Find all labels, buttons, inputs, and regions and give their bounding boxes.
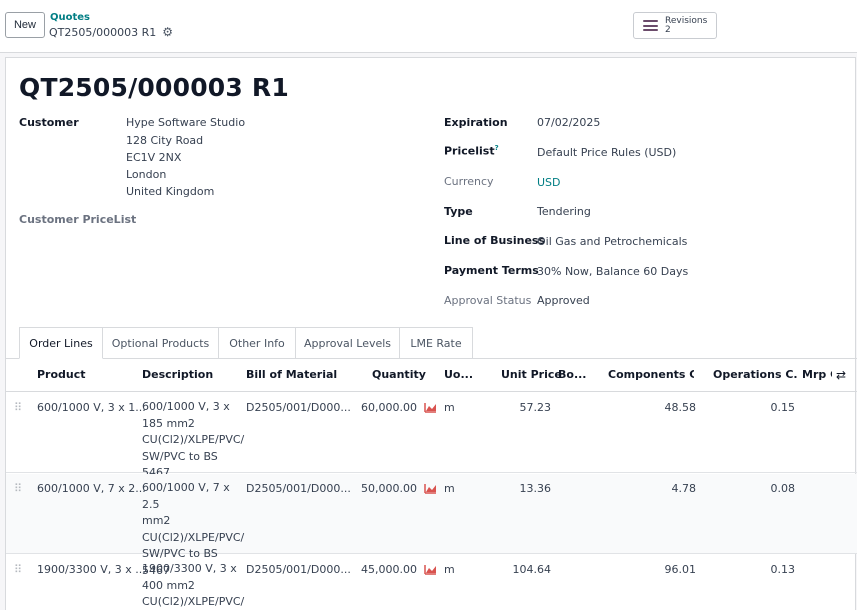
- quantity-cell[interactable]: 45,000.00: [361, 563, 417, 576]
- description-cell[interactable]: 1900/3300 V, 3 x 400 mm2 CU(Cl2)/XLPE/PV…: [142, 561, 244, 610]
- column-uom[interactable]: Uo...: [444, 368, 473, 381]
- record-title: QT2505/000003 R1: [19, 73, 289, 102]
- forecast-chart-icon[interactable]: [424, 564, 437, 575]
- address-line: United Kingdom: [126, 185, 215, 198]
- table-row[interactable]: 600/1000 V, 7 x 2... 600/1000 V, 7 x 2.5…: [6, 474, 857, 577]
- tab-approval-levels[interactable]: Approval Levels: [296, 327, 400, 359]
- bom-cell[interactable]: D2505/001/D000...: [246, 482, 351, 495]
- breadcrumb-parent-link[interactable]: Quotes: [50, 12, 90, 23]
- column-operations-cost[interactable]: Operations C...: [713, 368, 797, 381]
- list-icon: [643, 20, 658, 31]
- help-tooltip-icon[interactable]: ?: [495, 144, 499, 152]
- drag-handle-icon[interactable]: [14, 401, 23, 414]
- product-cell[interactable]: 600/1000 V, 7 x 2...: [37, 482, 146, 495]
- quantity-cell[interactable]: 60,000.00: [361, 401, 417, 414]
- customer-address: 128 City Road EC1V 2NX London United Kin…: [126, 115, 214, 200]
- column-unit-price[interactable]: Unit Price: [501, 368, 562, 381]
- expiration-label: Expiration: [444, 116, 508, 129]
- unit-price-cell[interactable]: 104.64: [496, 563, 552, 576]
- type-label: Type: [444, 205, 473, 218]
- customer-label: Customer: [19, 116, 79, 129]
- description-cell[interactable]: 600/1000 V, 3 x 185 mm2 CU(Cl2)/XLPE/PVC…: [142, 399, 244, 482]
- revisions-label: Revisions: [665, 15, 708, 26]
- tab-optional-products[interactable]: Optional Products: [103, 327, 219, 359]
- approval-status-label: Approval Status: [444, 294, 532, 307]
- address-line: 128 City Road: [126, 134, 204, 147]
- type-field[interactable]: Tendering: [537, 205, 591, 218]
- components-cost-cell[interactable]: 4.78: [626, 482, 697, 495]
- forecast-chart-icon[interactable]: [424, 483, 437, 494]
- table-row[interactable]: 600/1000 V, 3 x 1... 600/1000 V, 3 x 185…: [6, 393, 857, 479]
- drag-handle-icon[interactable]: [14, 482, 23, 495]
- operations-cost-cell[interactable]: 0.08: [736, 482, 796, 495]
- control-panel: New Quotes QT2505/000003 R1 ⚙ Revisions …: [0, 0, 857, 53]
- column-description[interactable]: Description: [142, 368, 213, 381]
- column-quantity[interactable]: Quantity: [372, 368, 426, 381]
- table-row[interactable]: 1900/3300 V, 3 x ... 1900/3300 V, 3 x 40…: [6, 555, 857, 610]
- product-cell[interactable]: 1900/3300 V, 3 x ...: [37, 563, 146, 576]
- customer-pricelist-label: Customer PriceList: [19, 213, 137, 226]
- product-cell[interactable]: 600/1000 V, 3 x 1...: [37, 401, 146, 414]
- uom-cell[interactable]: m: [444, 482, 455, 495]
- column-components-cost[interactable]: Components C...: [608, 368, 694, 381]
- bom-cell[interactable]: D2505/001/D000...: [246, 401, 351, 414]
- form-sheet: QT2505/000003 R1 Customer Hype Software …: [5, 57, 857, 610]
- notebook-tabs: Order Lines Optional Products Other Info…: [19, 327, 473, 359]
- column-bill-of-material[interactable]: Bill of Material: [246, 368, 337, 381]
- address-line: London: [126, 168, 167, 181]
- payment-terms-label: Payment Terms: [444, 264, 539, 277]
- pricelist-label: Pricelist?: [444, 144, 499, 158]
- components-cost-cell[interactable]: 48.58: [626, 401, 697, 414]
- breadcrumb-current-label: QT2505/000003 R1: [49, 25, 157, 39]
- line-of-business-label: Line of Business: [444, 234, 545, 247]
- pricelist-field[interactable]: Default Price Rules (USD): [537, 146, 676, 159]
- forecast-chart-icon[interactable]: [424, 402, 437, 413]
- address-line: EC1V 2NX: [126, 151, 182, 164]
- approval-status-field: Approved: [537, 294, 590, 307]
- uom-cell[interactable]: m: [444, 563, 455, 576]
- revisions-button[interactable]: Revisions 2: [633, 12, 717, 39]
- tab-lme-rate[interactable]: LME Rate: [400, 327, 473, 359]
- optional-columns-icon[interactable]: ⇄: [836, 368, 846, 382]
- new-button[interactable]: New: [5, 12, 45, 38]
- payment-terms-field[interactable]: 30% Now, Balance 60 Days: [537, 265, 688, 278]
- tab-other-info[interactable]: Other Info: [219, 327, 296, 359]
- quantity-cell[interactable]: 50,000.00: [361, 482, 417, 495]
- currency-link[interactable]: USD: [537, 176, 561, 189]
- column-product[interactable]: Product: [37, 368, 86, 381]
- uom-cell[interactable]: m: [444, 401, 455, 414]
- drag-handle-icon[interactable]: [14, 563, 23, 576]
- unit-price-cell[interactable]: 57.23: [496, 401, 552, 414]
- order-lines-header: Product Description Bill of Material Qua…: [6, 359, 857, 392]
- tab-order-lines[interactable]: Order Lines: [19, 327, 103, 359]
- revisions-count: 2: [665, 24, 671, 35]
- expiration-field[interactable]: 07/02/2025: [537, 116, 600, 129]
- operations-cost-cell[interactable]: 0.13: [736, 563, 796, 576]
- breadcrumb-current: QT2505/000003 R1 ⚙: [49, 25, 173, 39]
- line-of-business-field[interactable]: Oil Gas and Petrochemicals: [537, 235, 687, 248]
- operations-cost-cell[interactable]: 0.15: [736, 401, 796, 414]
- components-cost-cell[interactable]: 96.01: [626, 563, 697, 576]
- column-mrp-cost[interactable]: Mrp C: [802, 368, 832, 381]
- column-bom-short[interactable]: Bo...: [558, 368, 586, 381]
- bom-cell[interactable]: D2505/001/D000...: [246, 563, 351, 576]
- unit-price-cell[interactable]: 13.36: [496, 482, 552, 495]
- currency-label: Currency: [444, 175, 494, 188]
- gear-icon[interactable]: ⚙: [162, 25, 173, 39]
